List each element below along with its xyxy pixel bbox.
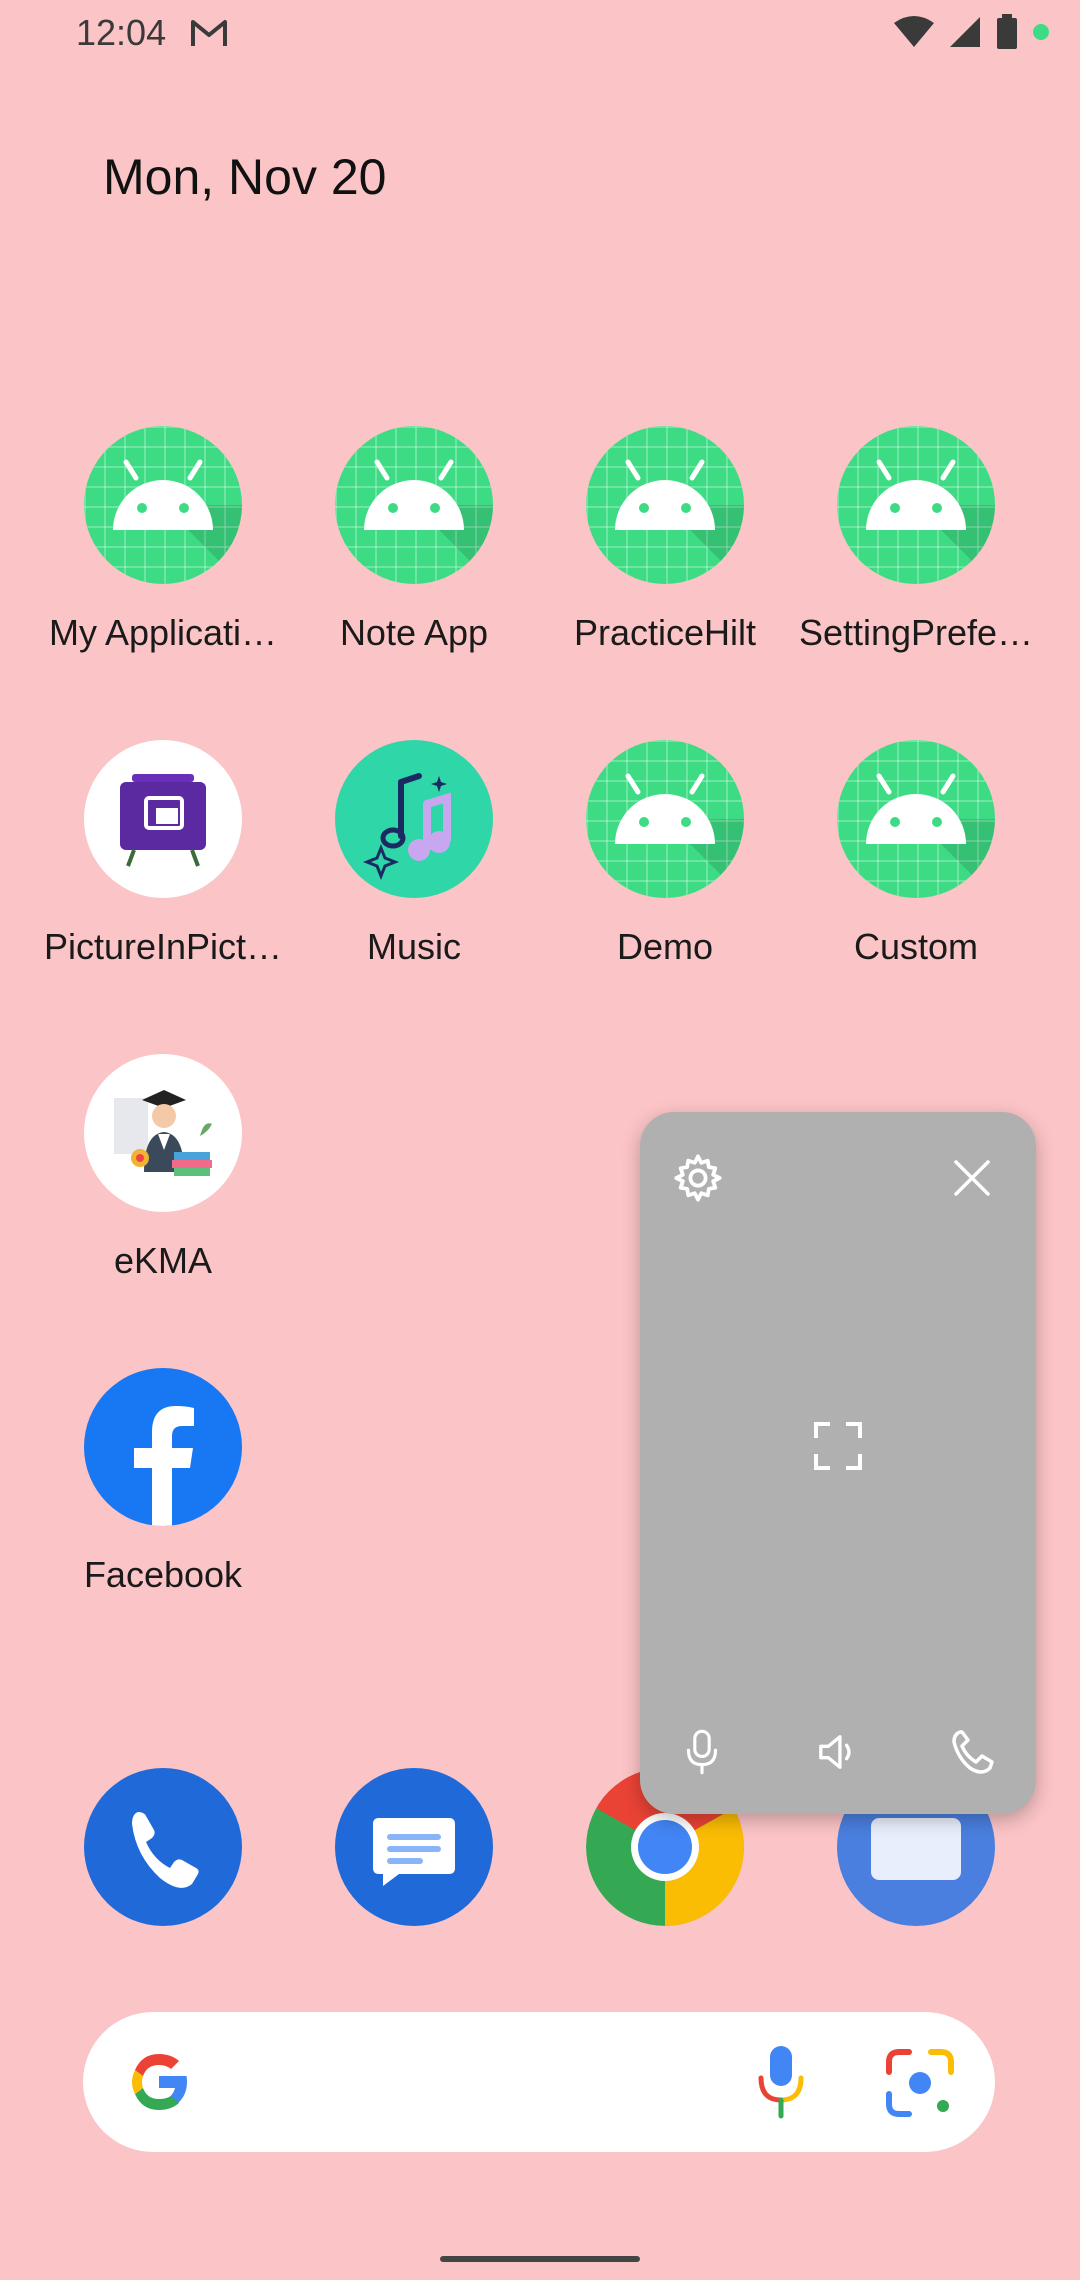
fullscreen-icon[interactable] [808,1416,868,1476]
graduate-icon [84,1054,242,1212]
app-label: Note App [339,612,489,653]
close-icon[interactable] [944,1150,1000,1206]
wifi-icon [894,16,934,47]
privacy-dot-icon [1033,24,1049,40]
app-custom[interactable]: Custom [791,740,1041,968]
google-mic-icon[interactable] [755,2044,807,2120]
android-icon [837,426,995,584]
battery-icon [997,14,1017,49]
cell-signal-icon [950,17,980,47]
app-setting-preferences[interactable]: SettingPrefe… [791,426,1041,654]
app-label: PictureInPict… [43,926,283,967]
app-label: Music [366,926,461,967]
android-icon [84,426,242,584]
app-ekma[interactable]: eKMA [38,1054,288,1282]
microphone-icon[interactable] [674,1722,730,1782]
app-label: My Applicati… [48,612,278,653]
app-label: Custom [853,926,979,967]
google-search-bar[interactable] [83,2012,995,2152]
speaker-icon[interactable] [810,1724,866,1780]
app-label: eKMA [113,1240,213,1281]
android-icon [586,426,744,584]
phone-icon[interactable] [940,1722,1004,1782]
music-icon [335,740,493,898]
app-note-app[interactable]: Note App [289,426,539,654]
facebook-icon [84,1368,242,1526]
floating-call-panel[interactable] [640,1112,1036,1814]
google-lens-icon[interactable] [885,2048,955,2118]
phone-app-icon[interactable] [84,1768,242,1926]
messages-app-icon[interactable] [335,1768,493,1926]
android-icon [586,740,744,898]
picture-in-picture-icon [84,740,242,898]
app-music[interactable]: Music [289,740,539,968]
google-g-icon [132,2054,187,2110]
app-label: Demo [616,926,714,967]
app-label: PracticeHilt [573,612,757,653]
android-icon [837,740,995,898]
system-icons [894,14,1050,50]
gesture-nav-handle[interactable] [440,2256,640,2262]
clock: 12:04 [76,12,167,53]
date-widget[interactable]: Mon, Nov 20 [103,148,386,206]
app-practice-hilt[interactable]: PracticeHilt [540,426,790,654]
app-label: SettingPrefe… [798,612,1034,653]
status-bar: 12:04 [0,0,1080,70]
gmail-icon [191,20,227,46]
android-icon [335,426,493,584]
app-demo[interactable]: Demo [540,740,790,968]
app-my-application[interactable]: My Applicati… [38,426,288,654]
app-label: Facebook [83,1554,243,1595]
app-picture-in-picture[interactable]: PictureInPict… [38,740,288,968]
gear-icon[interactable] [670,1150,726,1206]
app-facebook[interactable]: Facebook [38,1368,288,1596]
